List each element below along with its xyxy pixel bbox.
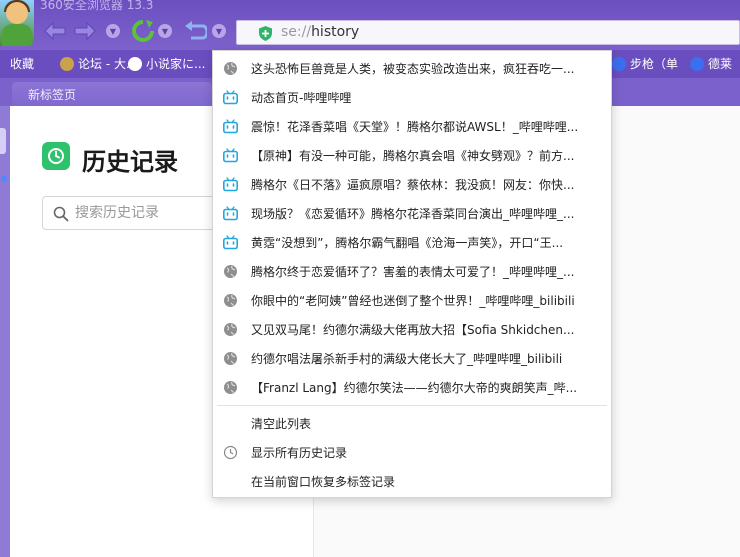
show-all-history-button[interactable]: 显示所有历史记录 [213,438,611,467]
menu-item-label: 在当前窗口恢复多标签记录 [251,475,396,489]
back-button[interactable] [42,18,68,44]
novel-site-icon [128,56,142,71]
refresh-icon [132,20,154,42]
bookmark-rifle[interactable]: 步枪（单 [612,55,678,72]
bookmark-label: 德莱 [708,57,733,71]
globe-icon [223,322,238,337]
clear-list-button[interactable]: 清空此列表 [213,409,611,438]
menu-item-label: 显示所有历史记录 [251,446,348,460]
globe-icon [223,351,238,366]
bookmark-label: 小说家に... [146,57,206,71]
bilibili-icon [223,177,238,192]
bookmark-favorites[interactable]: 收藏 [10,55,34,72]
bookmark-label: 步枪（单 [630,57,679,71]
menu-item-label: 【Franzl Lang】约德尔笑法——约德尔大帝的爽朗笑声_哔... [251,381,578,395]
history-clock-icon [42,142,70,170]
bookmark-forum[interactable]: 论坛 - 大... [60,55,137,72]
bilibili-icon [223,119,238,134]
search-icon [53,206,69,222]
user-avatar[interactable] [0,0,34,46]
restore-tabs-button[interactable]: 在当前窗口恢复多标签记录 [213,467,611,496]
history-menu-item[interactable]: 腾格尔《日不落》逼疯原唱？蔡依林：我没疯！网友：你快... [213,170,611,199]
menu-item-label: 黄霑“没想到”，腾格尔霸气翻唱《沧海一声笑》，开口“王... [251,236,564,250]
recent-history-menu: 这头恐怖巨兽竟是人类，被变态实验改造出来，疯狂吞吃一... 动态首页-哔哩哔哩震惊… [212,50,612,498]
undo-close-tab-button[interactable] [182,18,208,44]
undo-dropdown-button[interactable]: ▼ [212,24,226,38]
search-box[interactable] [42,196,232,230]
history-menu-item[interactable]: 你眼中的“老阿姨”曾经也迷倒了整个世界！_哔哩哔哩_bilibili [213,286,611,315]
search-input[interactable] [75,205,225,221]
forward-button[interactable] [72,18,98,44]
menu-divider [217,405,607,406]
menu-item-label: 这头恐怖巨兽竟是人类，被变态实验改造出来，疯狂吞吃一... [251,62,575,76]
refresh-button[interactable] [130,18,156,44]
history-menu-item[interactable]: 约德尔唱法屠杀新手村的满级大佬长大了_哔哩哔哩_bilibili [213,344,611,373]
url-path: history [311,24,360,40]
menu-item-label: 腾格尔终于恋爱循环了？害羞的表情太可爱了！_哔哩哔哩_... [251,265,575,279]
menu-item-label: 又见双马尾！约德尔满级大佬再放大招【Sofia Shkidchen... [251,323,575,337]
menu-item-label: 腾格尔《日不落》逼疯原唱？蔡依林：我没疯！网友：你快... [251,178,575,192]
title-bar: 360安全浏览器 13.3 ▼ ▼ ▼ se://history [0,0,740,50]
menu-item-label: 【原神】有没一种可能，腾格尔真会唱《神女劈观》？前方... [251,149,575,163]
address-bar[interactable]: se://history [236,20,740,45]
bilibili-icon [223,235,238,250]
globe-icon [223,293,238,308]
bilibili-icon [223,148,238,163]
menu-item-label: 现场版？《恋爱循环》腾格尔花泽香菜同台演出_哔哩哔哩_... [251,207,575,221]
forward-arrow-icon [74,21,96,41]
globe-icon [223,61,238,76]
baidu-paw-icon [690,56,704,71]
history-menu-item[interactable]: 震惊！花泽香菜唱《天堂》！腾格尔都说AWSL！_哔哩哔哩... [213,112,611,141]
back-arrow-icon [44,21,66,41]
clock-icon [223,445,238,460]
bookmark-novel[interactable]: 小说家に... [128,55,205,72]
undo-close-tab-icon [185,21,207,40]
history-menu-item[interactable]: 【Franzl Lang】约德尔笑法——约德尔大帝的爽朗笑声_哔... [213,373,611,402]
menu-item-label: 震惊！花泽香菜唱《天堂》！腾格尔都说AWSL！_哔哩哔哩... [251,120,579,134]
security-shield-icon [259,26,272,41]
history-menu-item[interactable]: 现场版？《恋爱循环》腾格尔花泽香菜同台演出_哔哩哔哩_... [213,199,611,228]
bookmark-delaitai[interactable]: 德莱 [690,55,732,72]
history-menu-item[interactable]: 又见双马尾！约德尔满级大佬再放大招【Sofia Shkidchen... [213,315,611,344]
history-menu-item[interactable]: 【原神】有没一种可能，腾格尔真会唱《神女劈观》？前方... [213,141,611,170]
refresh-dropdown-button[interactable]: ▼ [158,24,172,38]
url-scheme: se:// [281,24,312,40]
history-menu-item[interactable]: 黄霑“没想到”，腾格尔霸气翻唱《沧海一声笑》，开口“王... [213,228,611,257]
globe-icon [223,264,238,279]
window-title: 360安全浏览器 13.3 [40,0,154,12]
side-strip [0,106,10,557]
history-menu-item[interactable]: 动态首页-哔哩哔哩 [213,83,611,112]
forum-icon [60,56,74,71]
history-dropdown-button[interactable]: ▼ [106,24,120,38]
bookmark-label: 收藏 [10,57,35,71]
tab-new-tab[interactable]: 新标签页 [12,82,212,106]
page-title: 历史记录 [82,148,178,176]
history-menu-item[interactable]: 腾格尔终于恋爱循环了？害羞的表情太可爱了！_哔哩哔哩_... [213,257,611,286]
bilibili-icon [223,90,238,105]
menu-item-label: 你眼中的“老阿姨”曾经也迷倒了整个世界！_哔哩哔哩_bilibili [251,294,575,308]
bilibili-icon [223,206,238,221]
globe-icon [223,380,238,395]
baidu-paw-icon [612,56,626,71]
url-text: se://history [281,24,359,40]
menu-item-label: 动态首页-哔哩哔哩 [251,91,352,105]
history-menu-item[interactable]: 这头恐怖巨兽竟是人类，被变态实验改造出来，疯狂吞吃一... [213,54,611,83]
menu-item-label: 清空此列表 [251,417,312,431]
menu-item-label: 约德尔唱法屠杀新手村的满级大佬长大了_哔哩哔哩_bilibili [251,352,563,366]
